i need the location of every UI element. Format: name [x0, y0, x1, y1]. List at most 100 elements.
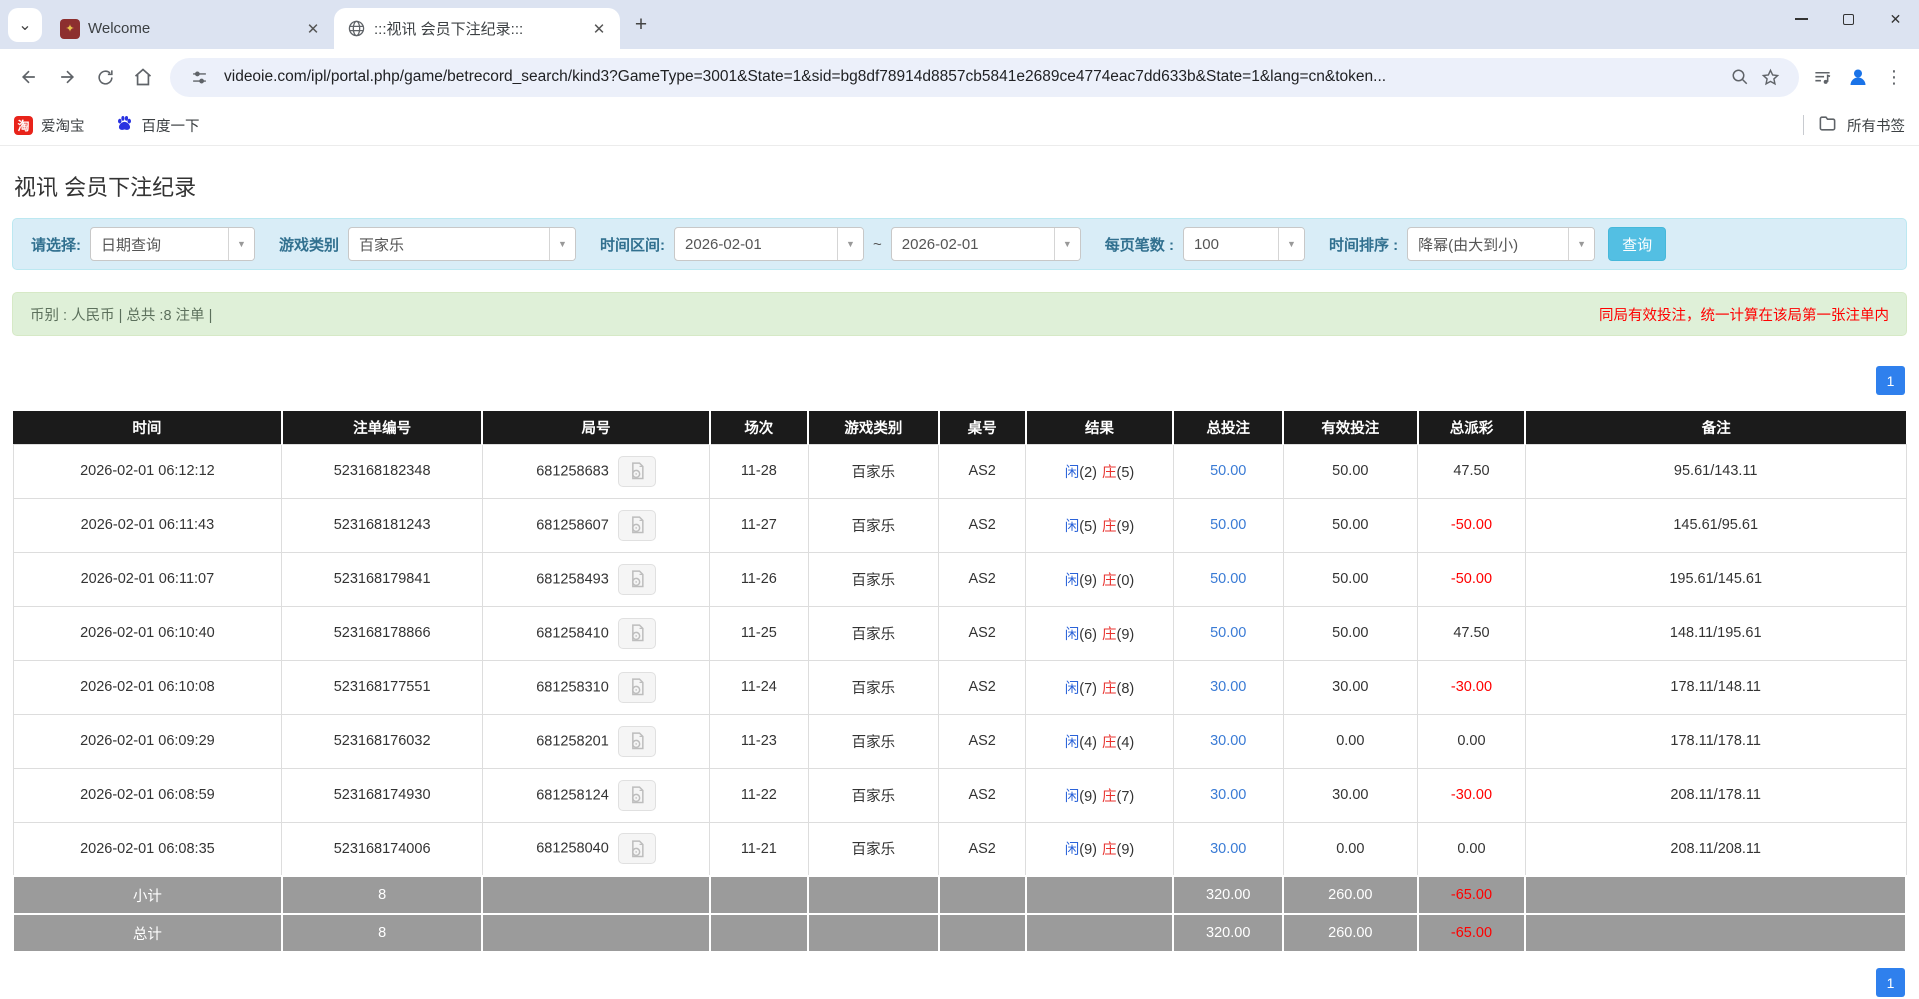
- cell-total-bet-link[interactable]: 30.00: [1173, 822, 1283, 876]
- cell-game-type: 百家乐: [808, 822, 939, 876]
- subtotal-total-bet: 320.00: [1173, 876, 1283, 914]
- video-replay-button[interactable]: [618, 510, 656, 541]
- page-1-button[interactable]: 1: [1876, 366, 1905, 395]
- cell-valid-bet: 50.00: [1283, 444, 1417, 498]
- media-controls-icon[interactable]: [1807, 62, 1837, 92]
- cell-valid-bet: 0.00: [1283, 714, 1417, 768]
- profile-avatar[interactable]: [1843, 62, 1873, 92]
- cell-table-no: AS2: [939, 768, 1026, 822]
- new-tab-button[interactable]: +: [626, 10, 656, 40]
- video-replay-button[interactable]: [618, 726, 656, 757]
- folder-icon: [1818, 114, 1837, 137]
- round-id-text: 681258410: [536, 625, 609, 641]
- game-type-select[interactable]: 百家乐 ▼: [348, 227, 576, 261]
- tab-welcome[interactable]: ✦ Welcome ✕: [48, 8, 334, 49]
- cell-session: 11-23: [710, 714, 808, 768]
- cell-total-bet-link[interactable]: 30.00: [1173, 714, 1283, 768]
- tab-betrecord[interactable]: :::视讯 会员下注纪录::: ✕: [334, 8, 620, 49]
- round-id-text: 681258683: [536, 463, 609, 479]
- close-tab-icon[interactable]: ✕: [302, 18, 324, 40]
- cell-total-bet-link[interactable]: 50.00: [1173, 498, 1283, 552]
- cell-result: 闲(9)庄(9): [1026, 822, 1174, 876]
- home-button[interactable]: [124, 58, 162, 96]
- date-from-picker[interactable]: 2026-02-01 ▼: [674, 227, 864, 261]
- zoom-icon[interactable]: [1725, 62, 1755, 92]
- tab-search-button[interactable]: ⌄: [8, 8, 42, 42]
- cell-total-bet-link[interactable]: 30.00: [1173, 768, 1283, 822]
- banker-score: (4): [1117, 735, 1135, 751]
- cell-total-bet-link[interactable]: 50.00: [1173, 606, 1283, 660]
- site-info-icon[interactable]: [184, 62, 214, 92]
- round-id-text: 681258493: [536, 571, 609, 587]
- bookmark-baidu[interactable]: 百度一下: [115, 114, 200, 137]
- cell-total-bet-link[interactable]: 30.00: [1173, 660, 1283, 714]
- video-replay-button[interactable]: [618, 456, 656, 487]
- banker-score: (0): [1117, 573, 1135, 589]
- cell-remark: 195.61/145.61: [1525, 552, 1906, 606]
- cell-bet-id: 523168181243: [282, 498, 483, 552]
- sort-select[interactable]: 降幂(由大到小) ▼: [1407, 227, 1595, 261]
- reload-button[interactable]: [86, 58, 124, 96]
- total-payout: -65.00: [1418, 914, 1526, 952]
- col-result: 结果: [1026, 411, 1174, 444]
- bookmark-star-icon[interactable]: [1755, 62, 1785, 92]
- col-table-no: 桌号: [939, 411, 1026, 444]
- sort-label: 时间排序 :: [1329, 234, 1398, 255]
- divider: [1803, 115, 1804, 135]
- col-remark: 备注: [1525, 411, 1906, 444]
- menu-kebab-icon[interactable]: ⋮: [1879, 67, 1909, 88]
- tilde-separator: ~: [873, 236, 882, 253]
- cell-total-bet-link[interactable]: 50.00: [1173, 444, 1283, 498]
- select-label: 请选择:: [31, 234, 81, 255]
- sort-value: 降幂(由大到小): [1408, 234, 1568, 255]
- date-from-value: 2026-02-01: [675, 236, 837, 253]
- banker-score: (9): [1117, 842, 1135, 858]
- cell-total-bet-link[interactable]: 50.00: [1173, 552, 1283, 606]
- cell-remark: 148.11/195.61: [1525, 606, 1906, 660]
- date-to-picker[interactable]: 2026-02-01 ▼: [891, 227, 1081, 261]
- cell-valid-bet: 50.00: [1283, 606, 1417, 660]
- round-id-text: 681258124: [536, 787, 609, 803]
- cell-payout: 0.00: [1418, 714, 1526, 768]
- video-replay-button[interactable]: [618, 564, 656, 595]
- player-result: 闲: [1065, 842, 1080, 858]
- banker-result: 庄: [1102, 789, 1117, 805]
- cell-round-id: 681258310: [482, 660, 709, 714]
- player-score: (9): [1079, 789, 1097, 805]
- search-button[interactable]: 查询: [1608, 227, 1666, 261]
- video-replay-button[interactable]: [618, 672, 656, 703]
- page-1-button[interactable]: 1: [1876, 968, 1905, 997]
- maximize-button[interactable]: [1825, 0, 1872, 38]
- all-bookmarks[interactable]: 所有书签: [1803, 114, 1905, 137]
- video-replay-button[interactable]: [618, 780, 656, 811]
- total-row: 总计 8 320.00 260.00 -65.00: [13, 914, 1906, 952]
- page-size-label: 每页笔数 :: [1105, 234, 1174, 255]
- page-size-select[interactable]: 100 ▼: [1183, 227, 1305, 261]
- round-id-text: 681258607: [536, 517, 609, 533]
- url-text[interactable]: videoie.com/ipl/portal.php/game/betrecor…: [224, 68, 1715, 86]
- cell-payout: -50.00: [1418, 552, 1526, 606]
- minimize-button[interactable]: [1778, 0, 1825, 38]
- close-window-button[interactable]: ✕: [1872, 0, 1919, 38]
- table-row: 2026-02-01 06:12:12 523168182348 6812586…: [13, 444, 1906, 498]
- video-replay-button[interactable]: [618, 618, 656, 649]
- chevron-down-icon: ⌄: [18, 15, 31, 35]
- close-tab-icon[interactable]: ✕: [588, 18, 610, 40]
- subtotal-row: 小计 8 320.00 260.00 -65.00: [13, 876, 1906, 914]
- address-bar[interactable]: videoie.com/ipl/portal.php/game/betrecor…: [170, 58, 1799, 97]
- cell-bet-id: 523168179841: [282, 552, 483, 606]
- cell-remark: 95.61/143.11: [1525, 444, 1906, 498]
- back-button[interactable]: [10, 58, 48, 96]
- bookmark-taobao[interactable]: 淘 爱淘宝: [14, 115, 85, 136]
- taobao-icon: 淘: [14, 116, 33, 135]
- query-type-select[interactable]: 日期查询 ▼: [90, 227, 255, 261]
- video-replay-button[interactable]: [618, 833, 656, 864]
- forward-button[interactable]: [48, 58, 86, 96]
- player-result: 闲: [1065, 573, 1080, 589]
- col-total-bet: 总投注: [1173, 411, 1283, 444]
- page-size-value: 100: [1184, 236, 1278, 253]
- cell-game-type: 百家乐: [808, 498, 939, 552]
- cell-session: 11-24: [710, 660, 808, 714]
- casino-favicon-icon: ✦: [60, 19, 80, 39]
- col-time: 时间: [13, 411, 282, 444]
